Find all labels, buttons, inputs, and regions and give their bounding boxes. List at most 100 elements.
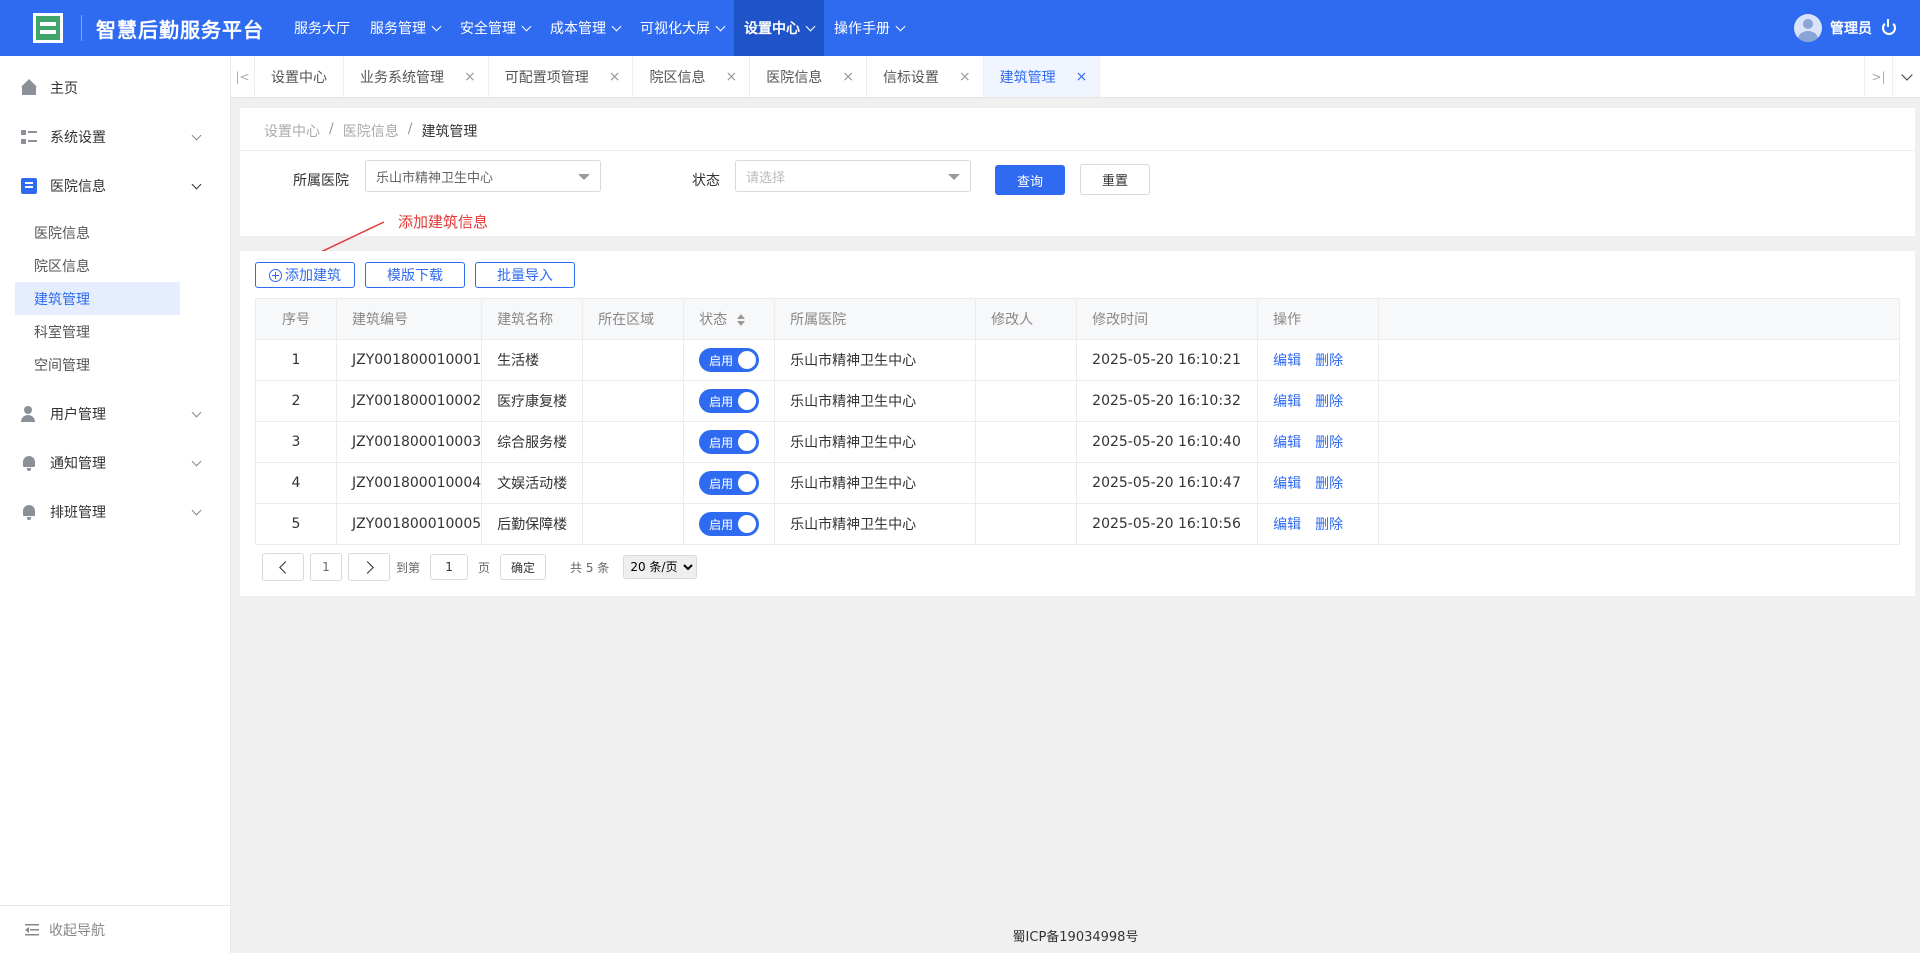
top-nav-label: 服务管理 (370, 21, 426, 37)
tab-list: 设置中心 业务系统管理 × 可配置项管理 × 院区信息 × 医院信息 × 信标设置 × 建筑管理 × (255, 56, 1101, 97)
sidebar-item-system-settings[interactable]: 系统设置 (0, 112, 230, 161)
status-select[interactable]: 请选择 (735, 160, 971, 192)
col-header-filler (1378, 298, 1900, 340)
goto-confirm-button[interactable]: 确定 (500, 554, 547, 580)
top-nav-item[interactable]: 可视化大屏 (630, 0, 734, 56)
tab-label: 可配置项管理 (504, 69, 589, 86)
edit-link[interactable]: 编辑 (1273, 435, 1301, 451)
sidebar-subitem[interactable]: 院区信息 (15, 249, 180, 282)
close-icon[interactable]: × (959, 69, 971, 85)
add-building-label: 添加建筑 (285, 268, 341, 284)
tab-item[interactable]: 设置中心 (255, 56, 344, 97)
prev-page-button[interactable] (262, 553, 304, 581)
top-nav-item[interactable]: 服务管理 (360, 0, 450, 56)
breadcrumb-item[interactable]: 设置中心 (264, 121, 320, 141)
col-header-time: 修改时间 (1076, 298, 1259, 340)
close-icon[interactable]: × (609, 69, 621, 85)
cell-actions: 编辑 删除 (1257, 462, 1380, 504)
pagination: 1 到第 页 确定 共 5 条 20 条/页 (262, 553, 698, 581)
col-header-area: 所在区域 (582, 298, 685, 340)
tab-item[interactable]: 可配置项管理 × (489, 56, 634, 97)
table-row: 5 JZY001800010005 后勤保障楼 启用 乐山市精神卫生中心 2025-05-… (255, 503, 1900, 545)
top-nav-item[interactable]: 操作手册 (824, 0, 914, 56)
sidebar-subitem[interactable]: 建筑管理 (15, 282, 180, 315)
building-table: 序号 建筑编号 建筑名称 所在区域 状态 所属医院 修改人 修改时间 操作 1J… (255, 298, 1900, 545)
tab-scroll-left-icon[interactable]: |< (231, 56, 255, 97)
reset-button[interactable]: 重置 (1080, 164, 1150, 195)
col-header-status[interactable]: 状态 (683, 298, 776, 340)
user-name[interactable]: 管理员 (1830, 18, 1872, 38)
chevron-down-icon (191, 130, 202, 141)
tab-item[interactable]: 医院信息 × (750, 56, 867, 97)
sidebar-item-notice-mgmt[interactable]: 通知管理 (0, 438, 230, 487)
breadcrumb-item[interactable]: 医院信息 (343, 121, 399, 141)
collapse-nav-button[interactable]: 收起导航 (0, 905, 230, 953)
sidebar-item-label: 用户管理 (50, 406, 106, 423)
template-download-button[interactable]: 模版下载 (365, 262, 465, 288)
query-button[interactable]: 查询 (995, 165, 1065, 195)
sidebar-subitem[interactable]: 科室管理 (15, 315, 180, 348)
cell-name: 综合服务楼 (481, 421, 584, 463)
avatar[interactable] (1794, 14, 1822, 42)
table-row: 1 JZY001800010001 生活楼 启用 乐山市精神卫生中心 2025-05-20… (255, 339, 1900, 381)
hospital-select[interactable]: 乐山市精神卫生中心 (365, 160, 601, 192)
sidebar-subitem[interactable]: 医院信息 (15, 216, 180, 249)
col-header-index: 序号 (255, 298, 337, 340)
sidebar-item-hospital-info[interactable]: 医院信息 (0, 161, 230, 210)
tab-scroll-right-icon[interactable]: >| (1864, 56, 1892, 98)
tab-item[interactable]: 业务系统管理 × (344, 56, 489, 97)
status-toggle[interactable]: 启用 (699, 430, 760, 454)
page-unit-label: 页 (478, 560, 491, 575)
delete-link[interactable]: 删除 (1315, 353, 1343, 369)
power-icon[interactable] (1882, 19, 1896, 35)
close-icon[interactable]: × (842, 69, 854, 85)
page-number[interactable]: 1 (310, 553, 342, 581)
collapse-nav-label: 收起导航 (49, 922, 105, 939)
tab-dropdown-button[interactable] (1892, 56, 1920, 98)
delete-link[interactable]: 删除 (1315, 394, 1343, 410)
chevron-down-icon (191, 407, 202, 418)
top-nav-item[interactable]: 安全管理 (450, 0, 540, 56)
cell-filler (1378, 503, 1900, 545)
cell-code: JZY001800010002 (335, 380, 483, 422)
caret-down-icon (948, 174, 960, 180)
top-nav-label: 安全管理 (460, 21, 516, 37)
top-nav-item[interactable]: 服务大厅 (284, 0, 360, 56)
close-icon[interactable]: × (1076, 69, 1088, 85)
tab-item[interactable]: 建筑管理 × (983, 56, 1101, 97)
tab-item[interactable]: 院区信息 × (633, 56, 751, 97)
sidebar-item-home[interactable]: 主页 (0, 63, 230, 112)
delete-link[interactable]: 删除 (1315, 476, 1343, 492)
delete-link[interactable]: 删除 (1315, 517, 1343, 533)
add-building-button[interactable]: 添加建筑 (255, 262, 355, 288)
top-nav-item[interactable]: 设置中心 (734, 0, 824, 56)
sidebar-item-schedule-mgmt[interactable]: 排班管理 (0, 487, 230, 536)
sidebar-subitem[interactable]: 空间管理 (15, 348, 180, 381)
top-nav-item[interactable]: 成本管理 (540, 0, 630, 56)
edit-link[interactable]: 编辑 (1273, 353, 1301, 369)
page-size-select[interactable]: 20 条/页 (623, 555, 698, 579)
cell-hospital: 乐山市精神卫生中心 (774, 503, 977, 545)
status-toggle[interactable]: 启用 (699, 512, 760, 536)
cell-area (582, 339, 685, 381)
status-toggle[interactable]: 启用 (699, 389, 760, 413)
batch-import-button[interactable]: 批量导入 (475, 262, 575, 288)
sidebar-item-user-mgmt[interactable]: 用户管理 (0, 389, 230, 438)
next-page-button[interactable] (348, 553, 390, 581)
goto-page-input[interactable] (430, 554, 469, 580)
user-menu[interactable]: 管理员 (1794, 0, 1896, 56)
edit-link[interactable]: 编辑 (1273, 394, 1301, 410)
bell-icon (21, 504, 37, 520)
delete-link[interactable]: 删除 (1315, 435, 1343, 451)
sort-icon[interactable] (737, 314, 746, 326)
close-icon[interactable]: × (725, 69, 737, 85)
cell-filler (1378, 380, 1900, 422)
status-label: 状态 (692, 173, 720, 189)
close-icon[interactable]: × (464, 69, 476, 85)
cell-modifier (975, 421, 1078, 463)
status-toggle[interactable]: 启用 (699, 348, 760, 372)
edit-link[interactable]: 编辑 (1273, 517, 1301, 533)
tab-item[interactable]: 信标设置 × (867, 56, 984, 97)
edit-link[interactable]: 编辑 (1273, 476, 1301, 492)
status-toggle[interactable]: 启用 (699, 471, 760, 495)
